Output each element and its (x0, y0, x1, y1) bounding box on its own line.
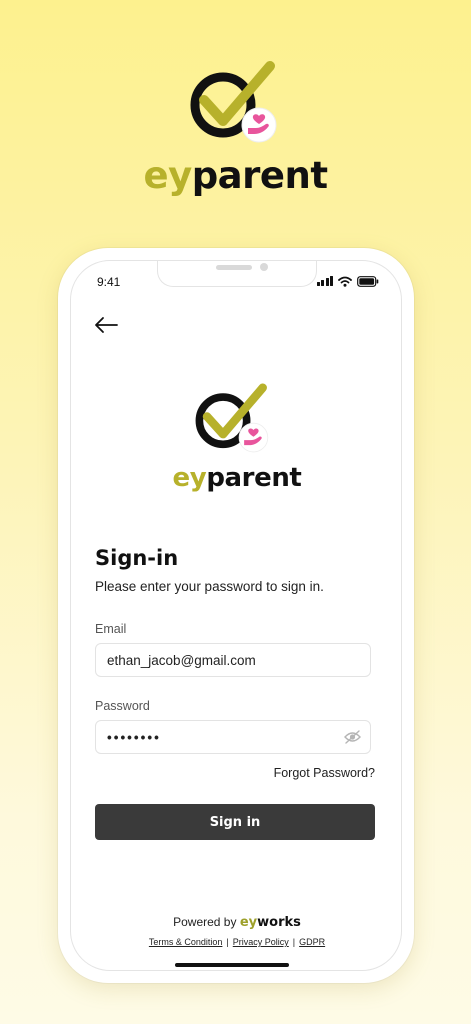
eye-toggle-icon[interactable] (344, 730, 361, 744)
phone-mockup: 9:41 eyparent Sign-in Please enter your … (58, 248, 414, 983)
wordmark-accent: ey (172, 463, 207, 493)
wordmark-rest: parent (191, 154, 328, 197)
password-input[interactable] (107, 721, 347, 753)
sign-in-button[interactable]: Sign in (95, 804, 375, 840)
speaker-grille (216, 265, 252, 270)
front-camera (260, 263, 268, 271)
email-field[interactable] (95, 643, 371, 677)
powered-by: Powered by eyworks (71, 915, 401, 930)
wifi-icon (338, 276, 352, 287)
phone-screen: 9:41 eyparent Sign-in Please enter your … (70, 260, 402, 971)
page-subtitle: Please enter your password to sign in. (95, 579, 324, 594)
footer-links: Terms & Condition | Privacy Policy | GDPR (71, 937, 401, 947)
top-brand-wordmark: eyparent (0, 154, 471, 197)
status-icons (316, 275, 380, 287)
email-input[interactable] (107, 644, 347, 676)
screen-brand-wordmark: eyparent (71, 463, 401, 493)
link-separator: | (226, 937, 229, 947)
phone-notch (157, 261, 317, 287)
home-indicator[interactable] (175, 963, 289, 967)
powered-by-label: Powered by (173, 915, 237, 929)
back-button[interactable] (93, 315, 119, 335)
wordmark-accent: ey (143, 154, 192, 197)
terms-link[interactable]: Terms & Condition (149, 937, 223, 947)
gdpr-link[interactable]: GDPR (299, 937, 325, 947)
cellular-signal-icon (316, 276, 333, 286)
check-circle-hand-heart-icon (195, 383, 269, 453)
password-field[interactable] (95, 720, 371, 754)
arrow-left-icon (95, 317, 118, 333)
eyworks-rest: works (257, 915, 301, 930)
privacy-link[interactable]: Privacy Policy (233, 937, 289, 947)
eyworks-accent: ey (239, 915, 258, 930)
email-label: Email (95, 622, 127, 636)
page-title: Sign-in (95, 546, 179, 570)
battery-icon (357, 275, 379, 287)
screen-brand-logo (195, 381, 273, 462)
password-label: Password (95, 699, 150, 713)
link-separator: | (292, 937, 296, 947)
wordmark-rest: parent (206, 463, 302, 493)
check-circle-hand-heart-icon (190, 61, 277, 143)
top-brand-logo (0, 58, 471, 148)
eyworks-logo: eyworks (240, 915, 301, 930)
forgot-password-link[interactable]: Forgot Password? (274, 766, 375, 780)
status-time: 9:41 (97, 275, 121, 289)
